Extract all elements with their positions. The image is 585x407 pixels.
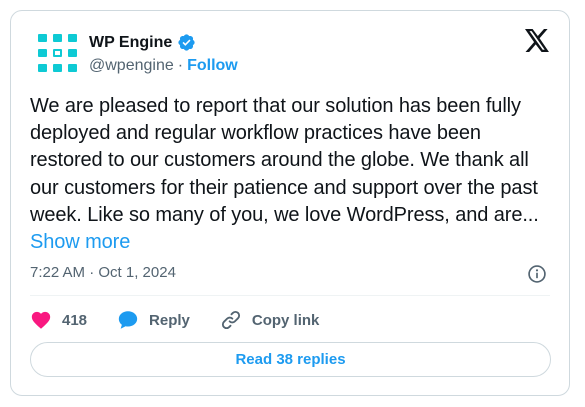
separator-dot: · — [177, 57, 184, 74]
tweet-text: We are pleased to report that our soluti… — [30, 93, 555, 256]
follow-button[interactable]: Follow — [187, 57, 238, 75]
reply-label: Reply — [149, 311, 190, 329]
tweet-card: WP Engine @wpengine · Follow We are plea… — [10, 10, 570, 396]
like-count: 418 — [62, 311, 88, 329]
author-name-row: WP Engine — [89, 33, 196, 52]
copy-link-button[interactable]: Copy link — [220, 309, 320, 331]
show-more-link[interactable]: Show more — [30, 231, 130, 253]
read-replies-button[interactable]: Read 38 replies — [30, 342, 551, 377]
copy-link-label: Copy link — [251, 311, 320, 329]
author-name[interactable]: WP Engine — [89, 34, 172, 52]
like-button[interactable]: 418 — [30, 309, 87, 331]
info-icon[interactable] — [527, 264, 547, 284]
heart-icon — [31, 311, 51, 329]
speech-bubble-icon — [118, 311, 138, 329]
author-handle-row: @wpengine · Follow — [89, 57, 238, 75]
author-handle[interactable]: @wpengine — [89, 57, 174, 75]
reply-button[interactable]: Reply — [117, 309, 190, 331]
tweet-body: We are pleased to report that our soluti… — [30, 95, 539, 226]
x-logo-icon[interactable] — [525, 29, 550, 52]
tweet-timestamp[interactable]: 7:22 AM · Oct 1, 2024 — [30, 264, 176, 281]
action-bar: 418 Reply Copy link — [30, 309, 349, 331]
wp-engine-logo-icon[interactable] — [38, 33, 78, 73]
verified-badge-icon — [178, 34, 195, 51]
link-icon — [221, 310, 240, 330]
divider — [30, 295, 550, 296]
